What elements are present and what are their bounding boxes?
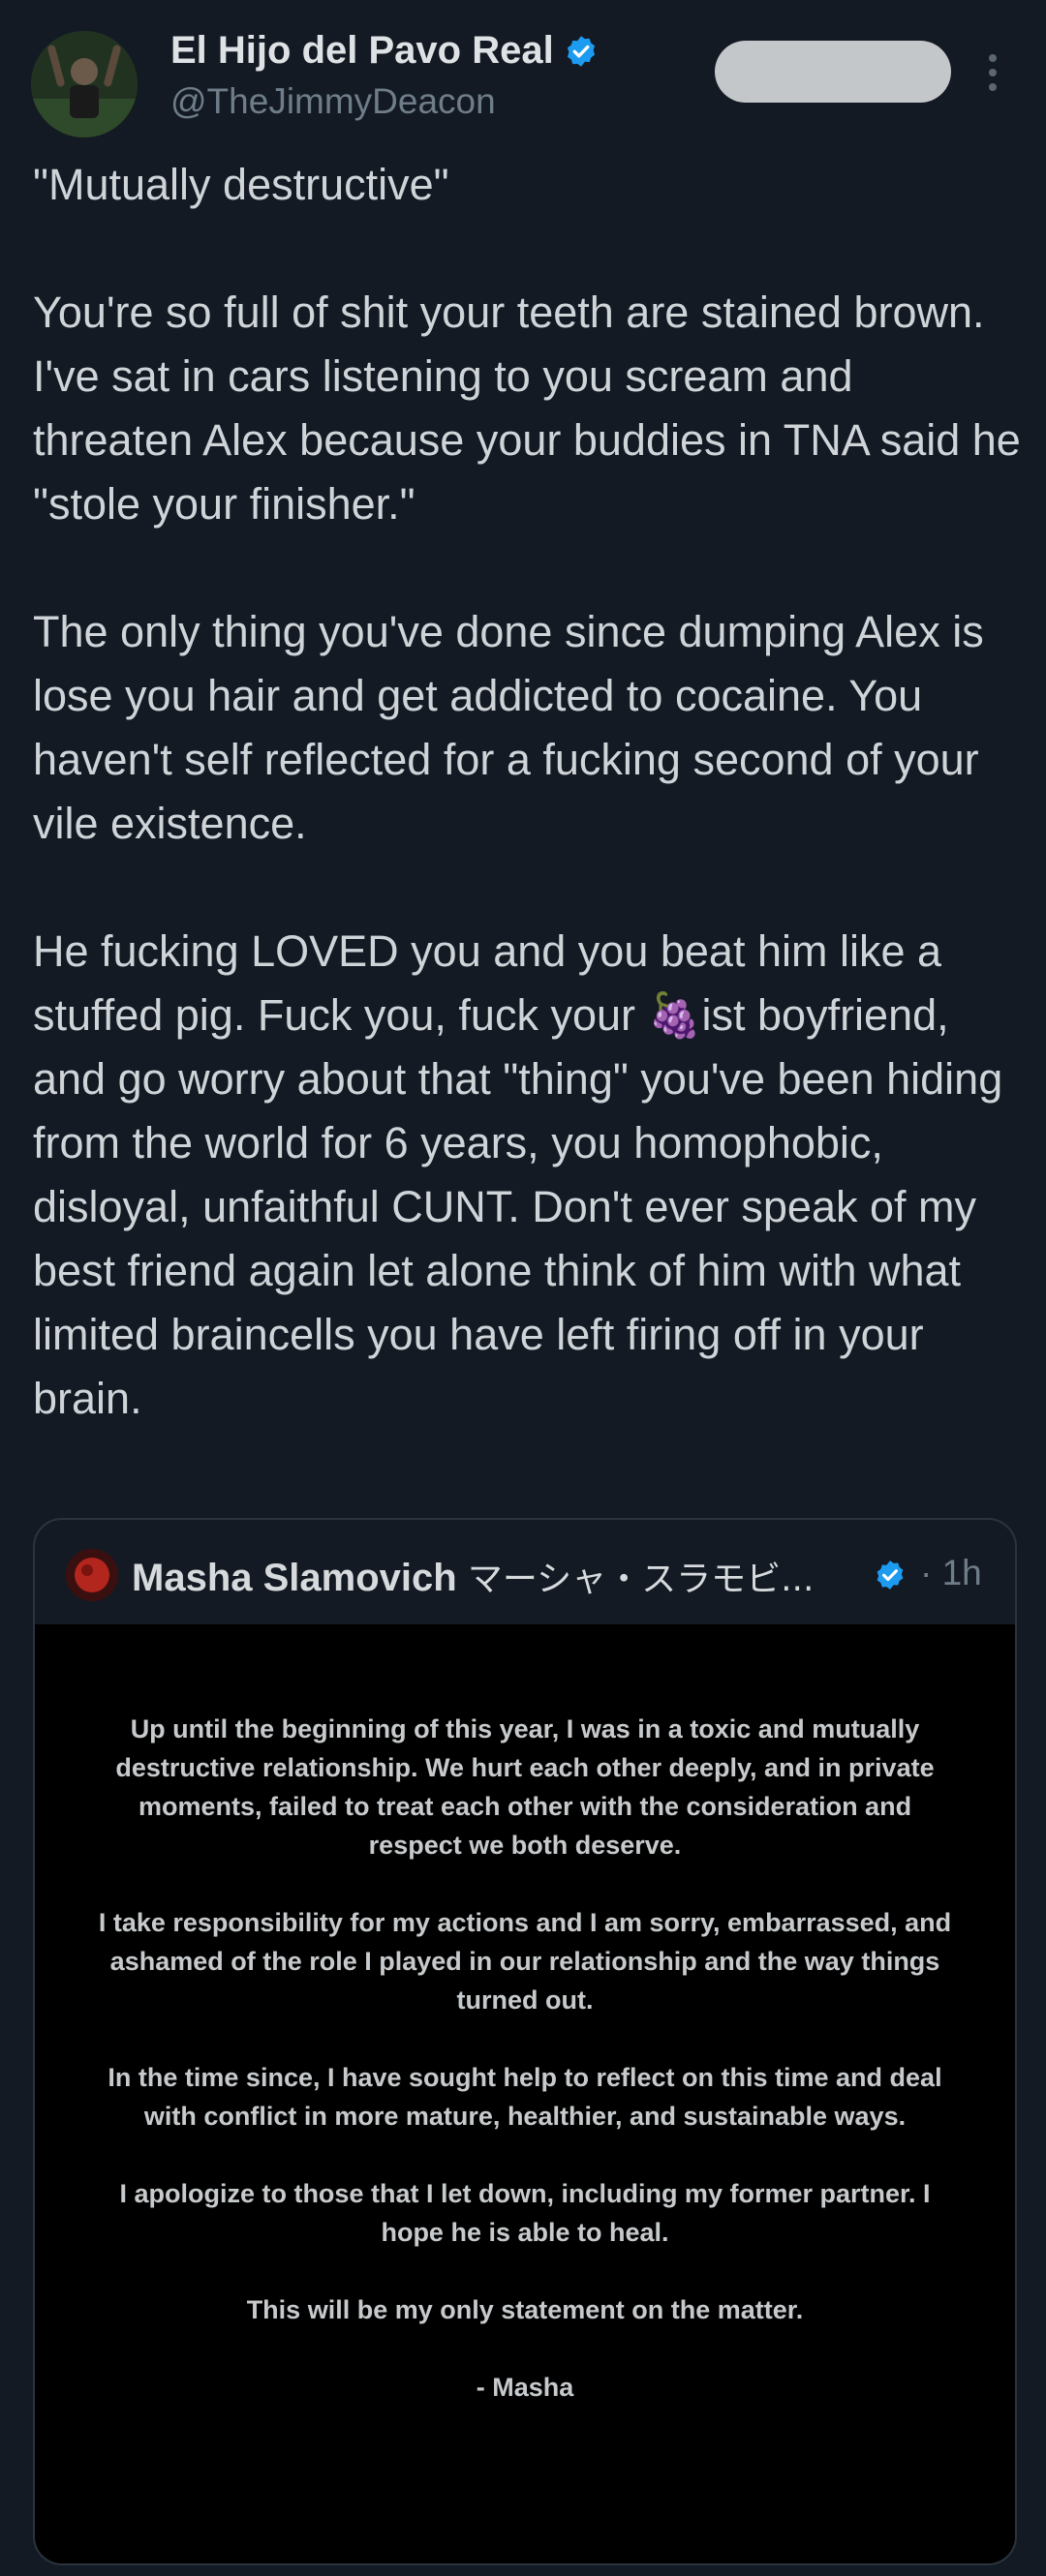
more-vertical-icon[interactable] — [978, 48, 1007, 97]
author-handle[interactable]: @TheJimmyDeacon — [170, 81, 496, 122]
quoted-author-avatar — [66, 1549, 118, 1601]
statement-paragraph: Up until the beginning of this year, I w… — [115, 1714, 935, 1860]
statement-paragraph: This will be my only statement on the ma… — [246, 2295, 804, 2324]
statement-text: Up until the beginning of this year, I w… — [93, 1710, 957, 2445]
tweet-text: "Mutually destructive" You're so full of… — [33, 160, 1021, 1423]
quoted-author-name-ja: マーシャ・スラモビ... — [467, 1560, 815, 1599]
author-avatar[interactable] — [31, 31, 138, 137]
verified-badge-icon — [874, 1559, 907, 1596]
statement-image[interactable]: Up until the beginning of this year, I w… — [35, 1624, 1015, 2563]
author-name-text: El Hijo del Pavo Real — [170, 29, 554, 72]
statement-paragraph: In the time since, I have sought help to… — [108, 2063, 942, 2131]
quoted-author-name: Masha Slamovich マーシャ・スラモビ... — [132, 1551, 814, 1601]
statement-signature: - Masha — [476, 2373, 574, 2402]
statement-paragraph: I take responsibility for my actions and… — [98, 1908, 952, 2015]
quoted-tweet-header: Masha Slamovich マーシャ・スラモビ... · 1h — [35, 1520, 1015, 1624]
author-display-name[interactable]: El Hijo del Pavo Real — [170, 29, 599, 78]
author-avatar-image — [31, 31, 138, 137]
tweet-header: El Hijo del Pavo Real @TheJimmyDeacon — [0, 0, 1046, 145]
quoted-tweet-card[interactable]: Masha Slamovich マーシャ・スラモビ... · 1h Up unt… — [33, 1518, 1017, 2565]
follow-button[interactable] — [715, 41, 951, 103]
verified-badge-icon — [564, 34, 599, 78]
statement-paragraph: I apologize to those that I let down, in… — [119, 2179, 931, 2247]
quoted-author-name-latin: Masha Slamovich — [132, 1557, 457, 1599]
quoted-tweet-time: · 1h — [920, 1553, 982, 1592]
